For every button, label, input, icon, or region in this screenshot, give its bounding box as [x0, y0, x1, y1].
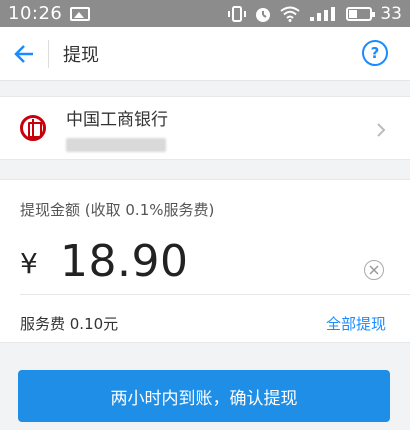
bank-name: 中国工商银行: [66, 109, 168, 130]
bank-info: 中国工商银行: [66, 105, 168, 152]
status-time: 10:26: [8, 3, 63, 24]
currency-symbol: ¥: [20, 247, 38, 280]
back-button[interactable]: [0, 27, 48, 81]
icbc-logo-icon: [20, 115, 46, 141]
signal-icon: [308, 6, 338, 22]
back-arrow-icon: [14, 44, 33, 63]
chevron-right-icon: [376, 119, 386, 143]
battery-icon: [346, 6, 376, 21]
clear-icon: [369, 265, 379, 275]
amount-section: 提现金额 (收取 0.1%服务费) ¥ 18.90 服务费 0.10元 全部提现: [0, 179, 410, 343]
amount-input[interactable]: 18.90: [60, 236, 188, 287]
header-divider: [48, 39, 49, 68]
amount-label: 提现金额 (收取 0.1%服务费): [20, 201, 215, 219]
battery-text: 33: [380, 3, 402, 24]
help-icon: ?: [370, 44, 380, 62]
page-title: 提现: [63, 44, 99, 66]
vibrate-icon: [228, 5, 247, 22]
help-button[interactable]: ?: [362, 40, 388, 66]
bank-account-masked: [66, 137, 166, 152]
battery-level: [349, 9, 357, 18]
wifi-icon: [280, 6, 300, 22]
withdraw-all-link[interactable]: 全部提现: [326, 313, 386, 334]
service-fee-text: 服务费 0.10元: [20, 315, 119, 333]
status-bar: 10:26 33: [0, 0, 410, 27]
clear-button[interactable]: [364, 260, 384, 280]
image-icon: [70, 6, 91, 21]
confirm-withdraw-button[interactable]: 两小时内到账，确认提现: [18, 370, 390, 422]
bank-card-selector[interactable]: 中国工商银行: [0, 96, 410, 160]
amount-divider: [20, 294, 410, 295]
alarm-icon: [254, 5, 272, 23]
header: 提现 ?: [0, 27, 410, 81]
status-icons: 33: [228, 4, 402, 24]
